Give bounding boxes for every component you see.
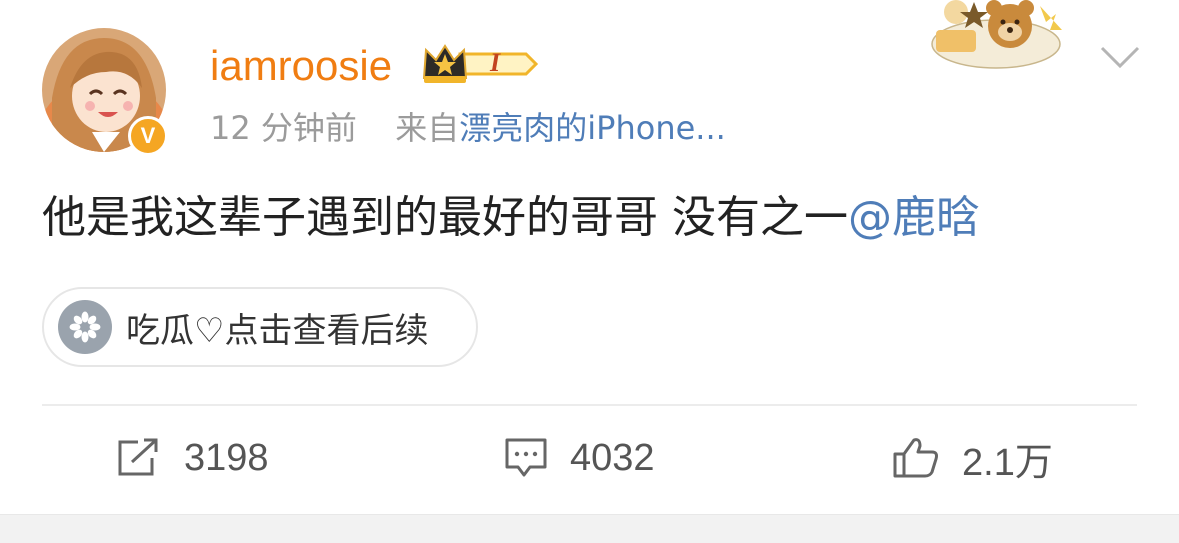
source-prefix: 来自 <box>395 109 460 147</box>
vip-level: I <box>490 48 501 77</box>
repost-icon <box>118 438 158 476</box>
vip-badge[interactable]: I <box>420 40 540 88</box>
topic-icon <box>58 300 112 354</box>
chevron-down-icon[interactable] <box>1098 42 1142 72</box>
post-body: 他是我这辈子遇到的最好的哥哥 没有之一 <box>42 192 848 243</box>
decoration-sticker <box>928 0 1068 72</box>
like-button[interactable]: 2.1万 <box>892 428 1053 488</box>
feed-separator <box>0 514 1179 543</box>
post-time: 12 分钟前 <box>210 109 357 147</box>
comment-button[interactable]: 4032 <box>504 428 655 488</box>
divider <box>42 404 1137 406</box>
repost-count: 3198 <box>184 436 269 479</box>
post-meta: 12 分钟前 来自漂亮肉的iPhone... <box>210 106 726 150</box>
post-text: 他是我这辈子遇到的最好的哥哥 没有之一@鹿晗 <box>42 188 980 248</box>
crown-icon <box>422 44 539 83</box>
comment-icon <box>505 438 547 477</box>
topic-pill[interactable]: 吃瓜♡点击查看后续 <box>42 287 478 367</box>
topic-label: 吃瓜♡点击查看后续 <box>126 310 429 351</box>
verified-icon: V <box>128 116 168 156</box>
like-count: 2.1万 <box>962 441 1053 484</box>
mention-link[interactable]: @鹿晗 <box>848 192 980 243</box>
comment-count: 4032 <box>570 436 655 479</box>
repost-button[interactable]: 3198 <box>116 428 269 488</box>
username-link[interactable]: iamroosie <box>210 40 392 92</box>
like-icon <box>893 438 938 478</box>
post-source-link[interactable]: 漂亮肉的iPhone... <box>459 109 726 147</box>
